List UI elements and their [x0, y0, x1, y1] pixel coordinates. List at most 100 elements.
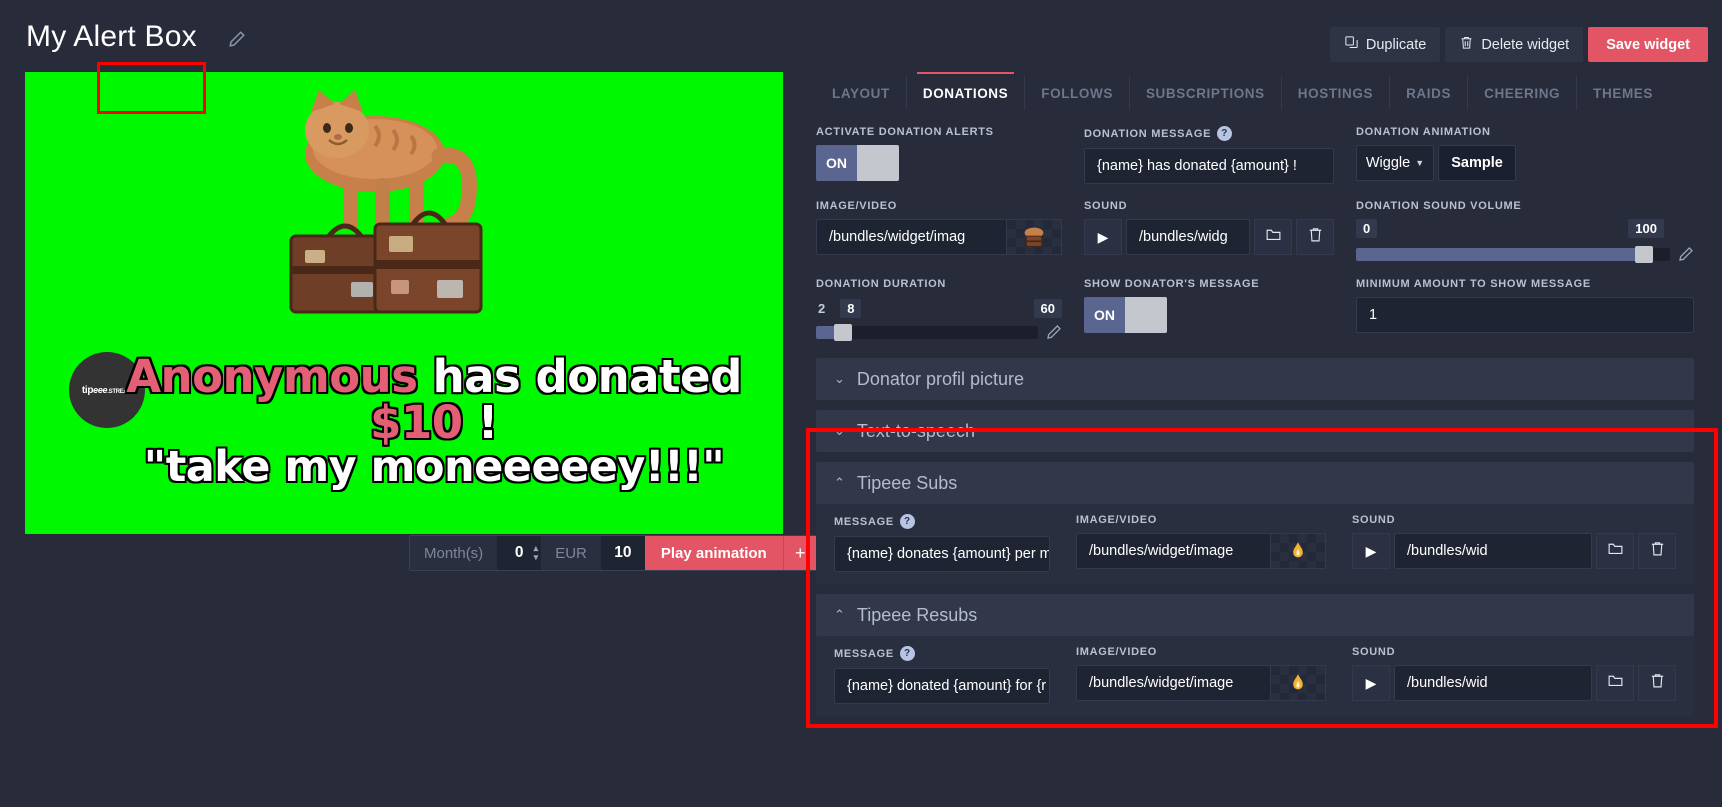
- pencil-icon[interactable]: [1046, 324, 1062, 340]
- tipeee-subs-imagevideo-label: IMAGE/VIDEO: [1076, 514, 1158, 526]
- page-title: My Alert Box: [26, 20, 197, 53]
- amount-input[interactable]: 10: [600, 536, 645, 570]
- tab-hostings[interactable]: HOSTINGS: [1280, 76, 1389, 110]
- duration-slider-thumb[interactable]: [833, 323, 852, 341]
- tipeee-resubs-imagevideo-thumbnail[interactable]: [1270, 665, 1326, 701]
- donation-sound-field: SOUND ▶ /bundles/widg: [1084, 200, 1334, 262]
- browse-sound-button[interactable]: [1596, 533, 1634, 569]
- alert-line-2: "take my moneeeeey!!!": [143, 441, 725, 492]
- tipeee-resubs-message-input[interactable]: {name} donated {amount} for {r: [834, 668, 1050, 704]
- tipeee-subs-imagevideo-thumbnail[interactable]: [1270, 533, 1326, 569]
- folder-icon: [1265, 226, 1282, 248]
- donation-duration-label: DONATION DURATION: [816, 278, 947, 290]
- volume-slider-track[interactable]: [1356, 245, 1670, 263]
- save-widget-button-label: Save widget: [1606, 36, 1690, 53]
- volume-slider-thumb[interactable]: [1635, 245, 1654, 263]
- help-icon[interactable]: ?: [899, 646, 915, 661]
- tab-themes[interactable]: THEMES: [1576, 76, 1669, 110]
- chevron-up-icon: ⌃: [834, 607, 845, 622]
- play-sound-button[interactable]: ▶: [1352, 533, 1390, 569]
- page-header: My Alert Box Duplicate Delete widget Sav…: [0, 0, 1722, 75]
- chevron-down-icon: ⌄: [834, 423, 845, 438]
- tab-subscriptions[interactable]: SUBSCRIPTIONS: [1128, 76, 1281, 110]
- tipeee-subs-content: MESSAGE ? {name} donates {amount} per m …: [816, 504, 1694, 584]
- toggle-state-label: ON: [1094, 307, 1115, 323]
- volume-range-labels: 0 100: [1356, 219, 1694, 241]
- delete-sound-button[interactable]: [1296, 219, 1334, 255]
- duration-min-value: 2: [818, 300, 826, 316]
- duplicate-button-label: Duplicate: [1365, 36, 1427, 53]
- duplicate-button[interactable]: Duplicate: [1329, 27, 1441, 62]
- months-stepper[interactable]: 0 ▴ ▾: [497, 536, 542, 570]
- tipeee-resubs-imagevideo-field: IMAGE/VIDEO /bundles/widget/image: [1076, 646, 1326, 704]
- pencil-icon[interactable]: [228, 30, 246, 48]
- help-icon[interactable]: ?: [899, 514, 915, 529]
- folder-icon: [1607, 672, 1624, 694]
- volume-max-value: 100: [1628, 219, 1664, 238]
- play-sound-button[interactable]: ▶: [1352, 665, 1390, 701]
- alert-line-1: Anonymous has donated $10 !: [85, 354, 783, 446]
- donation-message-input[interactable]: {name} has donated {amount} !: [1084, 148, 1334, 184]
- delete-widget-button[interactable]: Delete widget: [1445, 27, 1584, 62]
- browse-sound-button[interactable]: [1254, 219, 1292, 255]
- alert-preview: tipeee.STREAM Anonymous has donated $10 …: [25, 72, 783, 534]
- delete-sound-button[interactable]: [1638, 533, 1676, 569]
- help-icon[interactable]: ?: [1217, 126, 1233, 141]
- accordion-title: Donator profil picture: [856, 368, 1024, 389]
- tab-cheering[interactable]: CHEERING: [1467, 76, 1576, 110]
- animation-sample-button[interactable]: Sample: [1438, 145, 1516, 181]
- widget-editor-page: My Alert Box Duplicate Delete widget Sav…: [0, 0, 1722, 807]
- duration-range-labels: 2 8 60: [816, 297, 1062, 319]
- toggle-knob[interactable]: [857, 145, 899, 181]
- minimum-amount-field: MINIMUM AMOUNT TO SHOW MESSAGE 1: [1356, 278, 1694, 340]
- pencil-icon[interactable]: [1678, 246, 1694, 262]
- tipeee-subs-imagevideo-field: IMAGE/VIDEO /bundles/widget/image: [1076, 514, 1326, 572]
- tipeee-resubs-imagevideo-label: IMAGE/VIDEO: [1076, 646, 1158, 658]
- show-donator-message-field: SHOW DONATOR'S MESSAGE ON: [1084, 278, 1334, 340]
- accordion-tipeee-resubs[interactable]: ⌃ Tipeee Resubs: [816, 594, 1694, 636]
- minimum-amount-input[interactable]: 1: [1356, 297, 1694, 333]
- accordion-donator-profil-picture[interactable]: ⌄ Donator profil picture: [816, 358, 1694, 400]
- show-donator-message-toggle[interactable]: ON: [1084, 297, 1167, 333]
- tipeee-subs-imagevideo-input[interactable]: /bundles/widget/image: [1076, 533, 1270, 569]
- trash-icon: [1649, 672, 1666, 694]
- browse-sound-button[interactable]: [1596, 665, 1634, 701]
- settings-tabs: LAYOUT DONATIONS FOLLOWS SUBSCRIPTIONS H…: [808, 72, 1702, 110]
- tipeee-subs-sound-input[interactable]: /bundles/wid: [1394, 533, 1592, 569]
- toggle-knob[interactable]: [1125, 297, 1167, 333]
- accordion-title: Tipeee Resubs: [856, 604, 978, 625]
- tab-raids[interactable]: RAIDS: [1389, 76, 1467, 110]
- donation-sound-input[interactable]: /bundles/widg: [1126, 219, 1250, 255]
- accordion-tipeee-subs[interactable]: ⌃ Tipeee Subs: [816, 462, 1694, 504]
- delete-sound-button[interactable]: [1638, 665, 1676, 701]
- tipeee-resubs-imagevideo-input[interactable]: /bundles/widget/image: [1076, 665, 1270, 701]
- save-widget-button[interactable]: Save widget: [1588, 27, 1708, 62]
- accordion-text-to-speech[interactable]: ⌄ Text-to-speech: [816, 410, 1694, 452]
- show-donator-message-label: SHOW DONATOR'S MESSAGE: [1084, 278, 1260, 290]
- stepper-arrows-icon[interactable]: ▴ ▾: [534, 544, 539, 562]
- tipeee-subs-message-input[interactable]: {name} donates {amount} per m: [834, 536, 1050, 572]
- tab-follows[interactable]: FOLLOWS: [1024, 76, 1129, 110]
- play-animation-button[interactable]: Play animation: [644, 536, 783, 570]
- donation-duration-field: DONATION DURATION 2 8 60: [816, 278, 1062, 341]
- tipeee-subs-sound-field: SOUND ▶ /bundles/wid: [1352, 514, 1676, 572]
- tab-layout[interactable]: LAYOUT: [816, 76, 906, 110]
- activate-donation-alerts-toggle[interactable]: ON: [816, 145, 899, 181]
- chevron-down-icon: ▼: [1415, 158, 1425, 168]
- donation-imagevideo-input[interactable]: /bundles/widget/imag: [816, 219, 1006, 255]
- donation-message-field: DONATION MESSAGE ? {name} has donated {a…: [1084, 126, 1334, 184]
- copy-icon: [1344, 35, 1359, 54]
- donation-sound-row: ▶ /bundles/widg: [1084, 219, 1334, 255]
- tipeee-resubs-sound-input[interactable]: /bundles/wid: [1394, 665, 1592, 701]
- donation-sound-volume-label: DONATION SOUND VOLUME: [1356, 200, 1522, 212]
- donation-animation-field: DONATION ANIMATION Wiggle ▼ Sample: [1356, 126, 1694, 184]
- donation-imagevideo-thumbnail[interactable]: [1006, 219, 1062, 255]
- donation-animation-select[interactable]: Wiggle ▼: [1356, 145, 1434, 181]
- months-label: Month(s): [410, 536, 498, 570]
- settings-panel: LAYOUT DONATIONS FOLLOWS SUBSCRIPTIONS H…: [808, 72, 1702, 716]
- play-sound-button[interactable]: ▶: [1084, 219, 1122, 255]
- tipeee-resubs-message-field: MESSAGE ? {name} donated {amount} for {r: [834, 646, 1050, 704]
- tab-donations[interactable]: DONATIONS: [905, 72, 1024, 110]
- duration-slider-track[interactable]: [816, 323, 1038, 341]
- donations-settings-grid: ACTIVATE DONATION ALERTS ON DONATION MES…: [816, 126, 1694, 356]
